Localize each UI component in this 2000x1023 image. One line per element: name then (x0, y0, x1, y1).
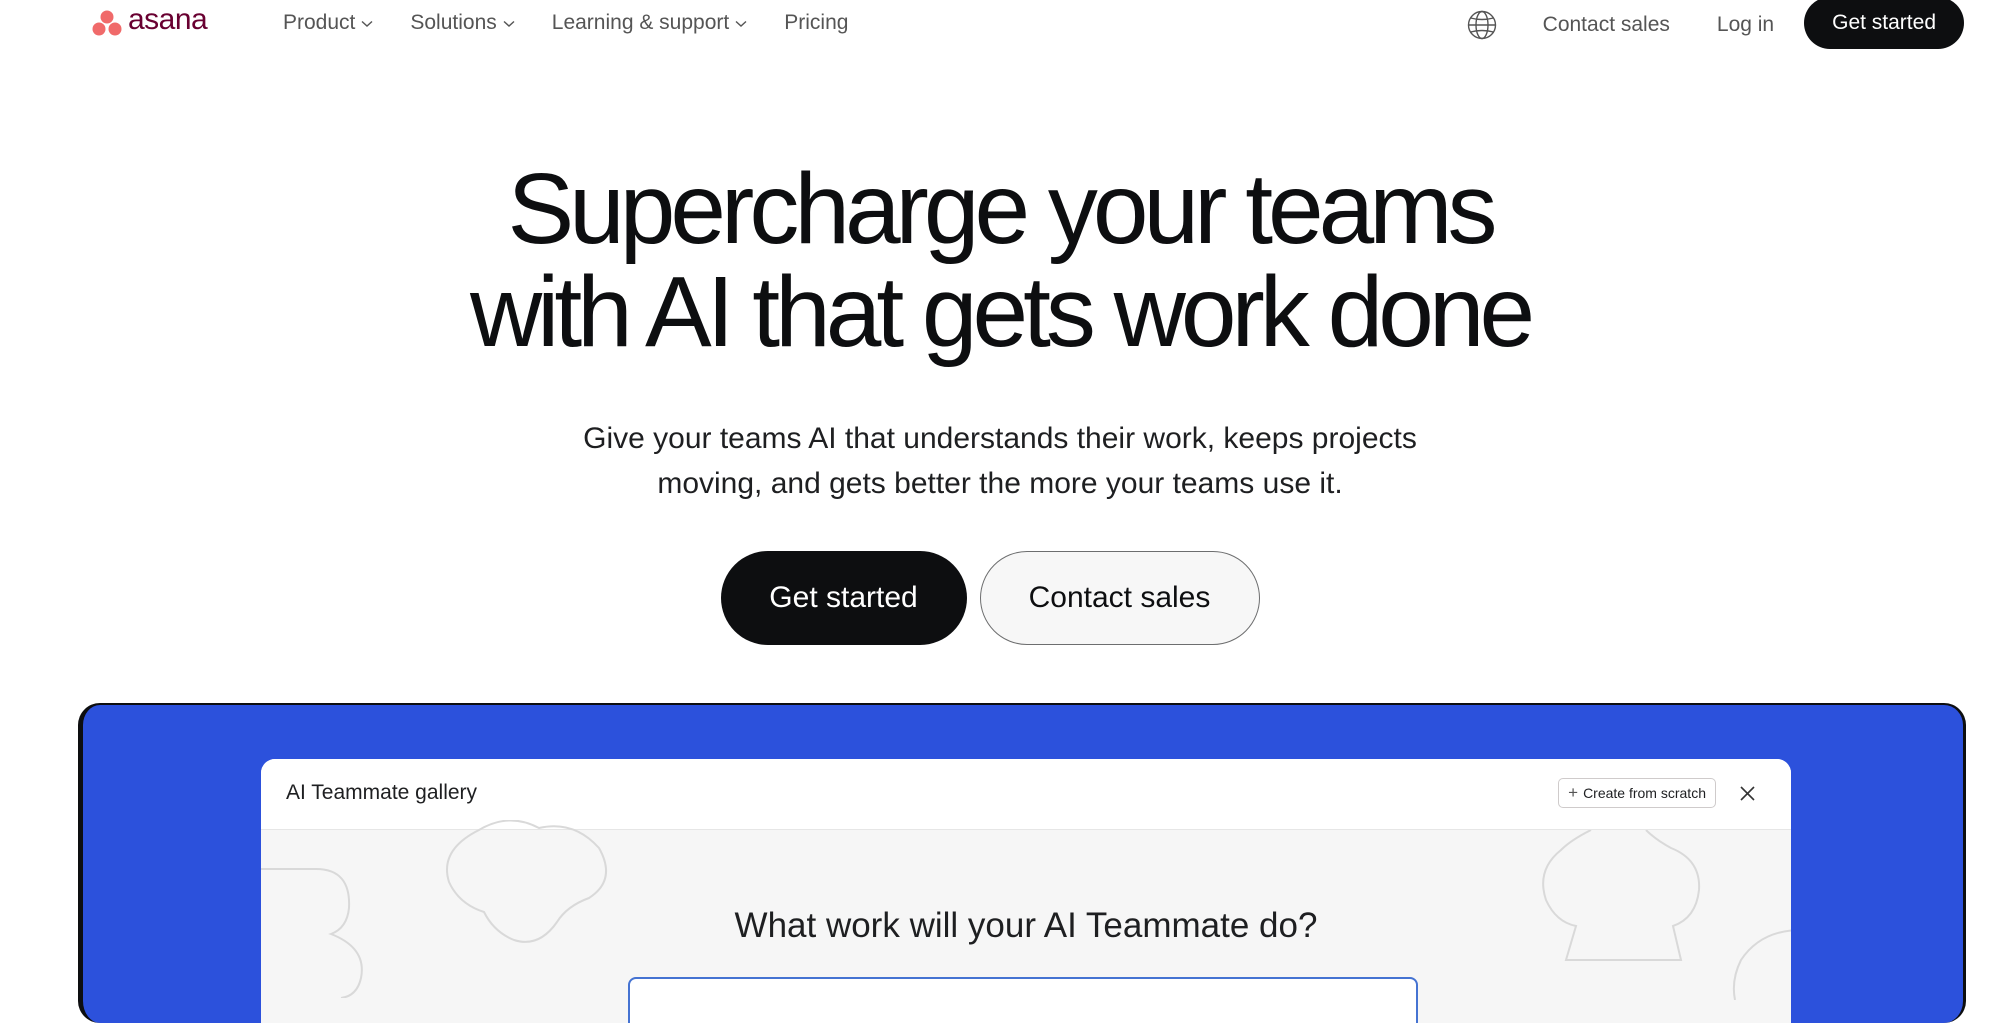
modal-question: What work will your AI Teammate do? (734, 906, 1318, 945)
nav-solutions-label: Solutions (410, 11, 497, 34)
product-showcase-panel: AI Teammate gallery + Create from scratc… (78, 703, 1966, 1023)
asana-logo[interactable]: asana (92, 3, 208, 38)
close-icon[interactable] (1739, 785, 1756, 802)
nav-product-label: Product (283, 11, 356, 34)
hero-title-line-2: with AI that gets work done (469, 256, 1535, 368)
nav-links: Product Solutions Learning & support Pri… (283, 11, 885, 35)
create-from-scratch-label: Create from scratch (1583, 785, 1706, 801)
nav-log-in-link[interactable]: Log in (1717, 13, 1774, 37)
chevron-down-icon (361, 20, 373, 27)
ai-teammate-gallery-modal: AI Teammate gallery + Create from scratc… (261, 759, 1791, 1023)
hero-title: Supercharge your teams with AI that gets… (0, 158, 2000, 364)
modal-title: AI Teammate gallery (286, 781, 478, 804)
nav-pricing[interactable]: Pricing (784, 11, 848, 35)
create-from-scratch-button[interactable]: + Create from scratch (1558, 778, 1716, 808)
hero-get-started-button[interactable]: Get started (720, 551, 967, 645)
nav-solutions[interactable]: Solutions (410, 11, 515, 35)
hero-title-line-1: Supercharge your teams (507, 153, 1497, 265)
top-nav: asana Product Solutions Learning & suppo… (0, 0, 2000, 50)
globe-icon[interactable] (1466, 9, 1498, 41)
nav-get-started-button[interactable]: Get started (1804, 0, 1964, 49)
hero-subtitle-line-2: moving, and gets better the more your te… (657, 467, 1343, 500)
hero-contact-sales-button[interactable]: Contact sales (979, 551, 1260, 645)
plus-icon: + (1568, 783, 1579, 802)
chevron-down-icon (503, 20, 515, 27)
chevron-down-icon (735, 20, 747, 27)
hero-actions: Get started Contact sales (0, 551, 2000, 645)
nav-product[interactable]: Product (283, 11, 373, 35)
nav-contact-sales-link[interactable]: Contact sales (1543, 13, 1670, 37)
hero-subtitle: Give your teams AI that understands thei… (0, 416, 2000, 506)
nav-learning-support-label: Learning & support (551, 11, 730, 34)
nav-pricing-label: Pricing (784, 11, 849, 34)
teammate-prompt-input[interactable] (628, 977, 1418, 1023)
nav-learning-support[interactable]: Learning & support (552, 11, 747, 35)
nav-right: Contact sales Log in Get started (1466, 0, 1964, 50)
hero-subtitle-line-1: Give your teams AI that understands thei… (583, 422, 1417, 455)
asana-wordmark: asana (128, 3, 208, 36)
asana-dots-icon (92, 10, 122, 36)
modal-body: What work will your AI Teammate do? (261, 820, 1791, 1023)
